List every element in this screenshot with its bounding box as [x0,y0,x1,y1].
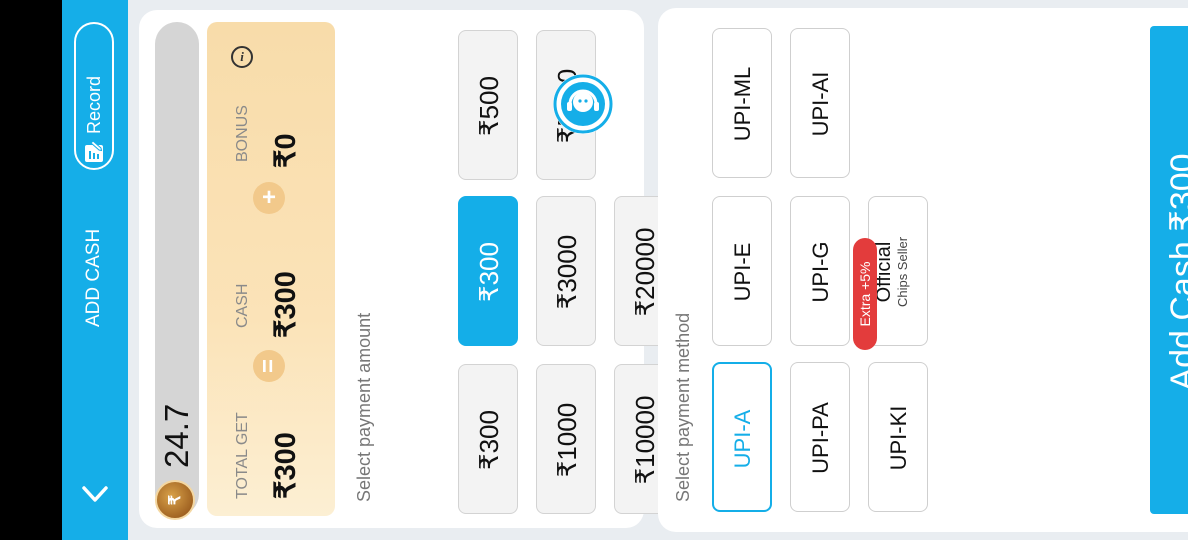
amount-option-3000[interactable]: ₹3000 [536,196,596,346]
extra-bonus-badge: Extra +5% [853,238,877,350]
equals-icon: = [253,350,285,382]
amount-card: 24.7 ₹ i TOTAL GET ₹300 = CASH ₹300 + BO… [139,10,674,528]
amount-option-1000[interactable]: ₹1000 [536,364,596,514]
coin-icon: ₹ [155,480,195,520]
summary-panel: i TOTAL GET ₹300 = CASH ₹300 + BONUS ₹0 [207,22,335,516]
method-official-chips-seller[interactable]: Official Chips Seller [868,196,928,346]
add-cash-button[interactable]: Add Cash ₹300 [1150,26,1188,514]
record-label: Record [83,75,104,134]
phone-screen: Record ADD CASH 24.7 ₹ i TOTAL GET ₹300 … [62,0,1188,540]
method-upi-g[interactable]: UPI-G [790,196,850,346]
app-bar: Record ADD CASH [62,0,128,540]
method-section-label: Select payment method [673,312,693,502]
method-upi-pa[interactable]: UPI-PA [790,362,850,512]
method-upi-a[interactable]: UPI-A [712,362,772,512]
record-icon [85,140,103,162]
customer-support-button[interactable] [553,74,613,134]
record-button[interactable]: Record [74,22,114,170]
total-label: TOTAL GET [234,412,251,499]
amount-section-label: Select payment amount [354,312,374,502]
balance-value: 24.7 [158,403,195,468]
amount-option-300-bottom[interactable]: ₹300 [458,364,518,514]
method-upi-ki[interactable]: UPI-KI [868,362,928,512]
add-cash-label: Add Cash ₹300 [1164,153,1188,391]
plus-icon: + [253,182,285,214]
cash-value: ₹300 [270,271,302,338]
method-upi-ai[interactable]: UPI-AI [790,28,850,178]
record-button-content: Record [82,28,106,164]
amount-option-300-selected[interactable]: ₹300 [458,196,518,346]
cash-label: CASH [234,283,251,328]
bonus-label: BONUS [234,105,251,162]
page-title: ADD CASH [83,228,104,327]
method-upi-ml[interactable]: UPI-ML [712,28,772,178]
chevron-down-icon [82,486,108,502]
total-value: ₹300 [270,432,302,499]
official-subtitle: Chips Seller [895,236,910,308]
headset-icon [553,74,613,134]
method-card: Select payment method UPI-A UPI-PA UPI-K… [658,8,1188,532]
back-button[interactable] [71,470,119,518]
method-upi-e[interactable]: UPI-E [712,196,772,346]
amount-option-500[interactable]: ₹500 [458,30,518,180]
bonus-value: ₹0 [270,133,302,168]
